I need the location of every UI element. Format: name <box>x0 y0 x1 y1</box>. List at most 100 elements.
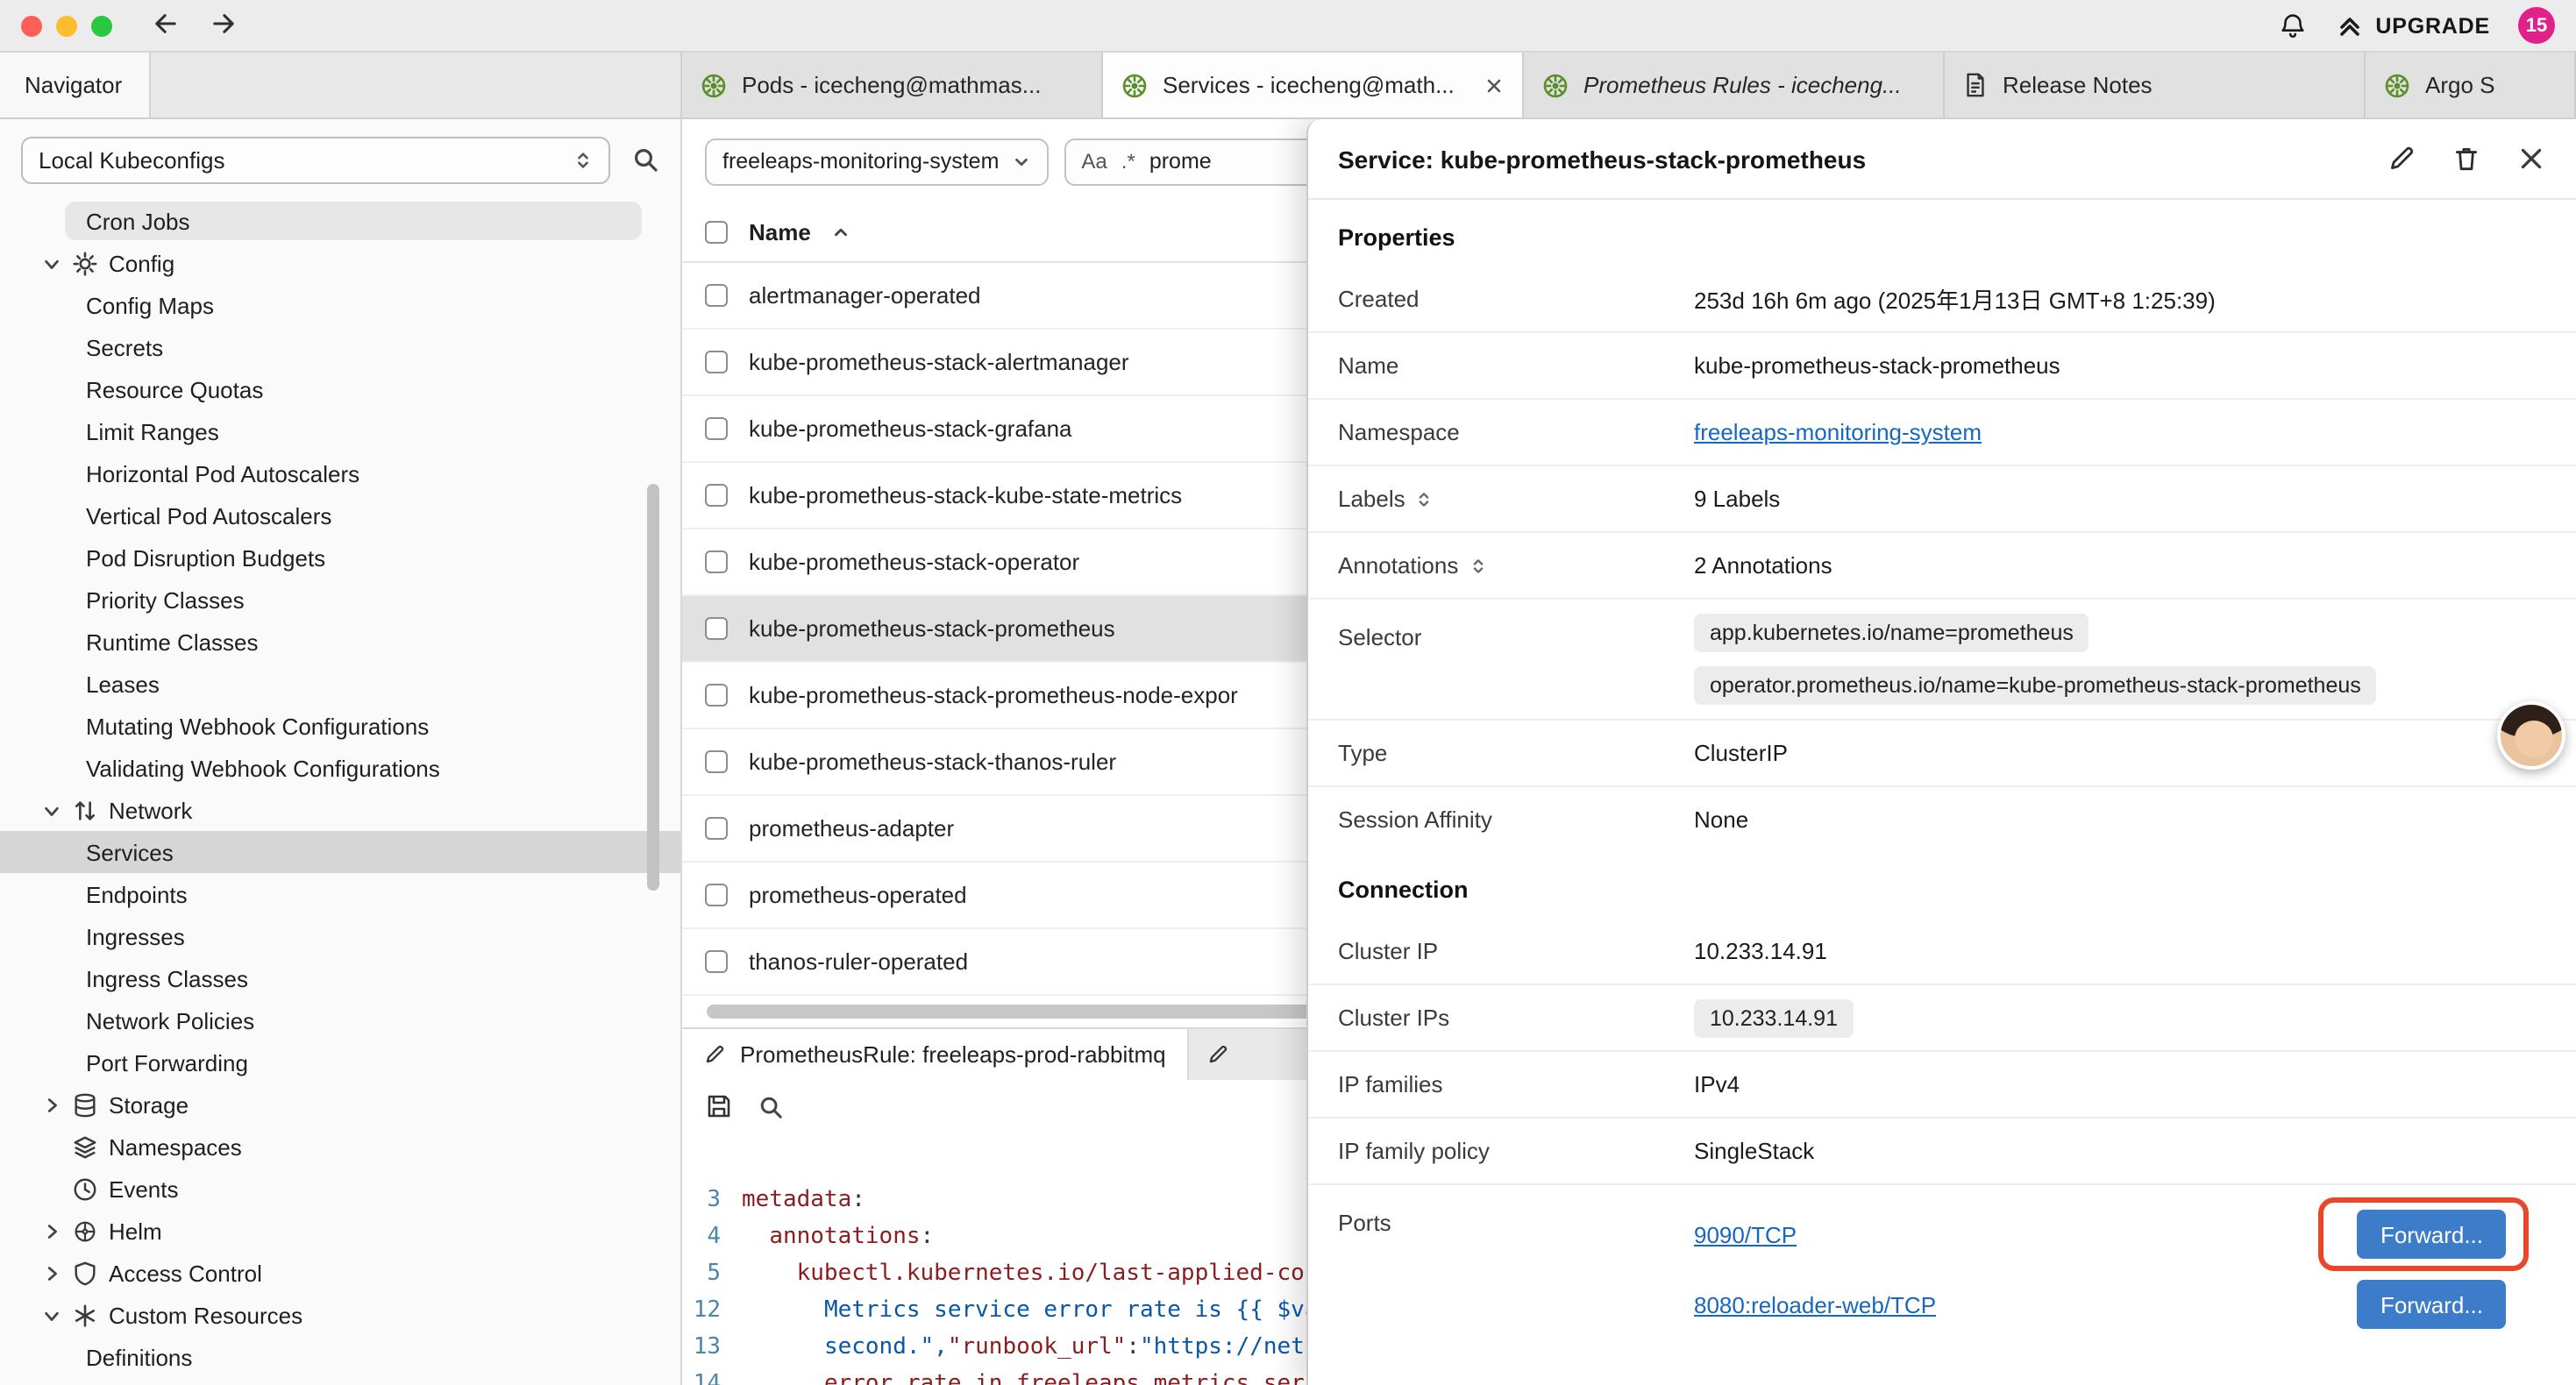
row-checkbox[interactable] <box>705 750 728 773</box>
sort-ascending-icon[interactable] <box>832 223 851 242</box>
regex-toggle[interactable]: .* <box>1121 149 1135 174</box>
horizontal-scrollbar[interactable] <box>707 1005 1359 1019</box>
sidebar-item-ingress-classes[interactable]: Ingress Classes <box>0 957 680 999</box>
row-checkbox[interactable] <box>705 351 728 373</box>
row-checkbox[interactable] <box>705 417 728 440</box>
sidebar-item-horizontal-pod-autoscalers[interactable]: Horizontal Pod Autoscalers <box>0 452 680 494</box>
sidebar-item-validating-webhook-configurations[interactable]: Validating Webhook Configurations <box>0 747 680 789</box>
chevron-down-icon[interactable] <box>39 1305 63 1325</box>
select-all-checkbox[interactable] <box>705 221 728 244</box>
namespace-link[interactable]: freeleaps-monitoring-system <box>1694 419 1982 445</box>
upgrade-button[interactable]: UPGRADE <box>2335 11 2490 39</box>
port-link[interactable]: 8080:reloader-web/TCP <box>1694 1291 1936 1318</box>
forward-button[interactable] <box>195 4 253 46</box>
chevron-down-icon[interactable] <box>39 800 63 820</box>
row-checkbox[interactable] <box>705 817 728 840</box>
code-text: kubectl.kubernetes.io/last-applied-co <box>742 1255 1305 1292</box>
tab-prometheus-rules-icecheng[interactable]: Prometheus Rules - icecheng... <box>1524 53 1945 117</box>
sidebar-item-resource-quotas[interactable]: Resource Quotas <box>0 368 680 410</box>
sort-toggle-icon[interactable] <box>1416 490 1434 508</box>
sidebar-item-config-maps[interactable]: Config Maps <box>0 284 680 326</box>
sidebar-item-label: Horizontal Pod Autoscalers <box>82 460 359 487</box>
line-number: 14 <box>682 1366 742 1385</box>
tab-close-icon[interactable] <box>1484 75 1505 96</box>
row-checkbox[interactable] <box>705 550 728 573</box>
tab-argo-s[interactable]: Argo S <box>2366 53 2576 117</box>
name-column-header[interactable]: Name <box>749 219 811 245</box>
sidebar-item-storage[interactable]: Storage <box>0 1083 680 1126</box>
row-checkbox[interactable] <box>705 617 728 640</box>
kubeconfig-selector[interactable]: Local Kubeconfigs <box>21 136 610 183</box>
match-case-toggle[interactable]: Aa <box>1081 149 1107 174</box>
sidebar-item-limit-ranges[interactable]: Limit Ranges <box>0 410 680 452</box>
row-checkbox[interactable] <box>705 684 728 707</box>
window-close-button[interactable] <box>21 15 42 36</box>
sidebar-search-icon[interactable] <box>631 146 659 174</box>
user-avatar[interactable] <box>2497 701 2565 770</box>
sidebar-scrollbar[interactable] <box>647 484 659 891</box>
forward-button[interactable]: Forward... <box>2358 1210 2506 1259</box>
sidebar-item-port-forwarding[interactable]: Port Forwarding <box>0 1041 680 1083</box>
editor-tab-active[interactable]: PrometheusRule: freeleaps-prod-rabbitmq <box>682 1029 1189 1080</box>
row-checkbox[interactable] <box>705 484 728 507</box>
editor-search-icon[interactable] <box>758 1093 784 1119</box>
sidebar-item-cron-jobs[interactable]: Cron Jobs <box>0 200 680 242</box>
tab-services-icecheng-math[interactable]: Services - icecheng@math... <box>1103 53 1524 117</box>
save-icon[interactable] <box>705 1092 733 1120</box>
sidebar-item-vertical-pod-autoscalers[interactable]: Vertical Pod Autoscalers <box>0 494 680 536</box>
window-zoom-button[interactable] <box>91 15 112 36</box>
namespace-filter-dropdown[interactable]: freeleaps-monitoring-system <box>705 138 1048 185</box>
sidebar-item-network[interactable]: Network <box>0 789 680 831</box>
sidebar-item-helm[interactable]: Helm <box>0 1210 680 1252</box>
detail-row-labels: Labels9 Labels <box>1308 465 2576 531</box>
sidebar-item-label: Helm <box>105 1218 162 1244</box>
window-minimize-button[interactable] <box>56 15 77 36</box>
sidebar-item-events[interactable]: Events <box>0 1168 680 1210</box>
sidebar-item-mutating-webhook-configurations[interactable]: Mutating Webhook Configurations <box>0 705 680 747</box>
value-chip: operator.prometheus.io/name=kube-prometh… <box>1694 666 2377 705</box>
tab-release-notes[interactable]: Release Notes <box>1945 53 2366 117</box>
sidebar-item-pod-disruption-budgets[interactable]: Pod Disruption Budgets <box>0 536 680 579</box>
section-heading-connection: Connection <box>1308 852 2576 917</box>
close-icon[interactable] <box>2516 144 2546 174</box>
navigator-tab[interactable]: Navigator <box>0 53 151 117</box>
detail-row-label: Labels <box>1338 486 1405 512</box>
chevron-right-icon[interactable] <box>39 1095 63 1114</box>
edit-pencil-icon[interactable] <box>2387 144 2416 174</box>
sidebar-item-ingresses[interactable]: Ingresses <box>0 915 680 957</box>
list-search-input[interactable] <box>1149 149 1307 174</box>
sort-toggle-icon[interactable] <box>1469 557 1486 574</box>
sidebar-item-network-policies[interactable]: Network Policies <box>0 999 680 1041</box>
notification-count-badge[interactable]: 15 <box>2518 7 2555 44</box>
port-link[interactable]: 9090/TCP <box>1694 1221 1797 1247</box>
sidebar-item-namespaces[interactable]: Namespaces <box>0 1126 680 1168</box>
sidebar-item-priority-classes[interactable]: Priority Classes <box>0 579 680 621</box>
sidebar-item-config[interactable]: Config <box>0 242 680 284</box>
sidebar-item-endpoints[interactable]: Endpoints <box>0 873 680 915</box>
forward-button[interactable]: Forward... <box>2358 1280 2506 1329</box>
sidebar-item-runtime-classes[interactable]: Runtime Classes <box>0 621 680 663</box>
helm-icon <box>70 1218 98 1244</box>
back-button[interactable] <box>137 4 195 46</box>
sidebar-item-label: Port Forwarding <box>82 1049 248 1076</box>
sidebar-item-services[interactable]: Services <box>0 831 680 873</box>
tab-pods-icecheng-mathmas[interactable]: Pods - icecheng@mathmas... <box>682 53 1103 117</box>
sidebar-item-access-control[interactable]: Access Control <box>0 1252 680 1294</box>
sidebar-item-secrets[interactable]: Secrets <box>0 326 680 368</box>
chevron-right-icon[interactable] <box>39 1263 63 1282</box>
row-checkbox[interactable] <box>705 884 728 906</box>
port-row: 8080:reloader-web/TCP Forward... <box>1694 1269 2546 1339</box>
notifications-bell-icon[interactable] <box>2277 11 2307 40</box>
chevron-down-icon[interactable] <box>39 253 63 273</box>
row-checkbox[interactable] <box>705 950 728 973</box>
sidebar-item-leases[interactable]: Leases <box>0 663 680 705</box>
chevron-right-icon[interactable] <box>39 1221 63 1240</box>
row-checkbox[interactable] <box>705 284 728 307</box>
sidebar-item-custom-resources[interactable]: Custom Resources <box>0 1294 680 1336</box>
sidebar-item-label: Endpoints <box>82 881 188 907</box>
shield-icon <box>70 1260 98 1286</box>
detail-row-label: Annotations <box>1338 552 1458 579</box>
service-name: kube-prometheus-stack-alertmanager <box>749 349 1129 375</box>
sidebar-item-definitions[interactable]: Definitions <box>0 1336 680 1378</box>
delete-trash-icon[interactable] <box>2451 144 2481 174</box>
